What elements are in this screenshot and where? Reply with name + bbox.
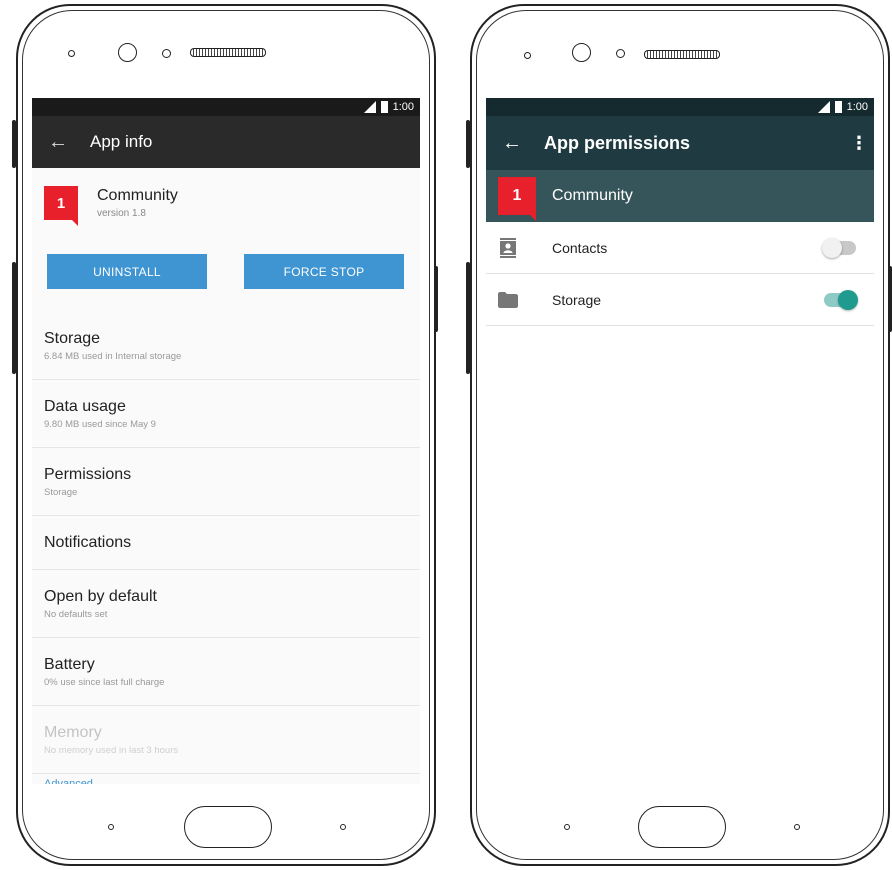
storage-toggle[interactable]: [824, 289, 858, 310]
item-title: Battery: [44, 655, 95, 673]
item-subtitle: 9.80 MB used since May 9: [44, 418, 156, 430]
item-subtitle: 6.84 MB used in Internal storage: [44, 350, 182, 362]
page-title: App permissions: [544, 132, 691, 153]
volume-button: [12, 120, 16, 168]
action-buttons: UNINSTALL FORCE STOP: [32, 238, 420, 294]
nav-key-right[interactable]: [340, 824, 346, 830]
item-subtitle: Storage: [44, 486, 78, 498]
force-stop-button[interactable]: FORCE STOP: [244, 254, 404, 289]
volume-rocker: [466, 262, 470, 374]
phone-right: 1:00 ← App permissions ⋮ 1 Community Con…: [470, 4, 890, 866]
volume-button: [466, 120, 470, 168]
item-title: Permissions: [44, 465, 132, 483]
app-banner: 1 Community: [486, 170, 874, 222]
folder-icon: [497, 291, 519, 308]
app-bar: ← App info: [32, 116, 420, 168]
permission-row-contacts[interactable]: Contacts: [486, 222, 874, 274]
toggle-knob: [822, 237, 842, 258]
advanced-link[interactable]: Advanced: [32, 774, 420, 784]
list-item-data-usage[interactable]: Data usage 9.80 MB used since May 9: [32, 380, 420, 448]
signal-icon: [817, 101, 830, 113]
settings-list: Storage 6.84 MB used in Internal storage…: [32, 312, 420, 784]
item-title: Storage: [44, 329, 101, 347]
proximity-sensor: [616, 49, 625, 58]
permission-label: Storage: [552, 291, 602, 308]
proximity-sensor: [162, 49, 171, 58]
permission-label: Contacts: [552, 239, 608, 256]
item-title: Notifications: [44, 533, 132, 551]
signal-icon: [363, 101, 376, 113]
list-item-permissions[interactable]: Permissions Storage: [32, 448, 420, 516]
app-permissions-screen: 1:00 ← App permissions ⋮ 1 Community Con…: [486, 98, 874, 784]
list-item-storage[interactable]: Storage 6.84 MB used in Internal storage: [32, 312, 420, 380]
item-subtitle: No defaults set: [44, 608, 108, 620]
volume-rocker: [12, 262, 16, 374]
status-bar: 1:00: [486, 98, 874, 116]
home-button[interactable]: [638, 806, 726, 848]
toggle-knob: [838, 289, 858, 310]
power-button: [434, 266, 438, 332]
permission-row-storage[interactable]: Storage: [486, 274, 874, 326]
status-time: 1:00: [846, 101, 868, 113]
list-item-open-by-default[interactable]: Open by default No defaults set: [32, 570, 420, 638]
status-bar: 1:00: [32, 98, 420, 116]
item-subtitle: 0% use since last full charge: [44, 676, 165, 688]
item-title: Data usage: [44, 397, 126, 415]
battery-icon: [834, 101, 842, 113]
app-version: version 1.8: [97, 208, 146, 219]
page-title: App info: [90, 132, 153, 151]
status-time: 1:00: [392, 101, 414, 113]
contacts-toggle[interactable]: [822, 237, 856, 258]
app-name: Community: [97, 187, 178, 204]
back-arrow-icon[interactable]: ←: [38, 131, 78, 154]
earpiece-speaker: [644, 50, 720, 59]
nav-key-left[interactable]: [564, 824, 570, 830]
contacts-icon: [497, 237, 519, 258]
more-options-icon[interactable]: ⋮: [844, 133, 874, 154]
app-header: 1 Community version 1.8: [32, 168, 420, 238]
community-logo-icon: 1: [498, 177, 536, 221]
app-name: Community: [552, 187, 633, 204]
uninstall-button[interactable]: UNINSTALL: [47, 254, 207, 289]
front-camera: [572, 43, 591, 62]
item-title: Memory: [44, 723, 102, 741]
power-button: [888, 266, 892, 332]
earpiece-speaker: [190, 48, 266, 57]
app-info-screen: 1:00 ← App info 1 Community version 1.8 …: [32, 98, 420, 784]
battery-icon: [380, 101, 388, 113]
front-camera: [118, 43, 137, 62]
back-arrow-icon[interactable]: ←: [492, 132, 532, 155]
nav-key-right[interactable]: [794, 824, 800, 830]
list-item-notifications[interactable]: Notifications: [32, 516, 420, 570]
app-bar: ← App permissions ⋮: [486, 116, 874, 170]
home-button[interactable]: [184, 806, 272, 848]
nav-key-left[interactable]: [108, 824, 114, 830]
permissions-list: Contacts Storage: [486, 222, 874, 784]
community-logo-icon: 1: [44, 186, 78, 226]
sensor-dot: [524, 52, 531, 59]
phone-left: 1:00 ← App info 1 Community version 1.8 …: [16, 4, 436, 866]
sensor-dot: [68, 50, 75, 57]
list-item-memory: Memory No memory used in last 3 hours: [32, 706, 420, 774]
item-title: Open by default: [44, 587, 157, 605]
item-subtitle: No memory used in last 3 hours: [44, 744, 179, 756]
list-item-battery[interactable]: Battery 0% use since last full charge: [32, 638, 420, 706]
